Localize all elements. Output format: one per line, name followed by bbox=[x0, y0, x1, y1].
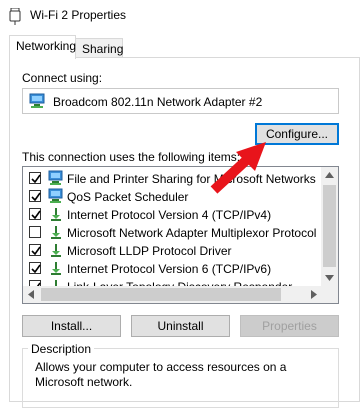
protocol-icon bbox=[51, 208, 61, 221]
title-bar: Wi-Fi 2 Properties bbox=[0, 0, 362, 32]
network-computer-icon bbox=[48, 170, 63, 185]
network-computer-icon bbox=[48, 188, 63, 203]
item-checkbox[interactable] bbox=[29, 172, 41, 184]
network-adapter-icon bbox=[9, 8, 21, 25]
list-item[interactable]: Microsoft Network Adapter Multiplexor Pr… bbox=[23, 223, 323, 241]
configure-button[interactable]: Configure... bbox=[255, 123, 339, 145]
scroll-down-icon[interactable] bbox=[325, 275, 334, 281]
description-title: Description bbox=[28, 342, 95, 356]
list-item[interactable]: Internet Protocol Version 4 (TCP/IPv4) bbox=[23, 205, 323, 223]
item-checkbox[interactable] bbox=[29, 190, 41, 202]
item-label: QoS Packet Scheduler bbox=[67, 190, 189, 204]
adapter-name: Broadcom 802.11n Network Adapter #2 bbox=[53, 95, 263, 109]
item-label: File and Printer Sharing for Microsoft N… bbox=[67, 172, 316, 186]
window-title: Wi-Fi 2 Properties bbox=[30, 8, 127, 22]
item-checkbox[interactable] bbox=[29, 262, 41, 274]
item-checkbox[interactable] bbox=[29, 208, 41, 220]
uninstall-button[interactable]: Uninstall bbox=[131, 315, 230, 337]
items-label: This connection uses the following items… bbox=[22, 150, 241, 164]
network-adapter-card-icon bbox=[29, 93, 45, 108]
tab-sharing[interactable]: Sharing bbox=[75, 38, 123, 58]
properties-button[interactable]: Properties bbox=[240, 315, 339, 337]
scroll-left-icon[interactable] bbox=[28, 290, 34, 299]
item-checkbox[interactable] bbox=[29, 244, 41, 256]
scroll-up-icon[interactable] bbox=[325, 172, 334, 178]
install-button[interactable]: Install... bbox=[22, 315, 121, 337]
vertical-scrollbar[interactable] bbox=[321, 167, 338, 286]
tab-strip: Networking Sharing bbox=[0, 32, 362, 59]
list-item[interactable]: Internet Protocol Version 6 (TCP/IPv6) bbox=[23, 259, 323, 277]
tab-sharing-label: Sharing bbox=[82, 42, 124, 56]
protocol-icon bbox=[51, 226, 61, 239]
list-item[interactable]: File and Printer Sharing for Microsoft N… bbox=[23, 169, 323, 187]
items-list[interactable]: File and Printer Sharing for Microsoft N… bbox=[22, 166, 339, 304]
item-label: Microsoft LLDP Protocol Driver bbox=[67, 244, 232, 258]
list-item[interactable]: Microsoft LLDP Protocol Driver bbox=[23, 241, 323, 259]
horizontal-scrollbar[interactable] bbox=[23, 286, 323, 303]
adapter-field: Broadcom 802.11n Network Adapter #2 bbox=[22, 88, 339, 114]
connect-using-label: Connect using: bbox=[22, 71, 103, 85]
protocol-icon bbox=[51, 262, 61, 275]
description-text: Allows your computer to access resources… bbox=[35, 360, 287, 389]
list-item[interactable]: QoS Packet Scheduler bbox=[23, 187, 323, 205]
item-label: Microsoft Network Adapter Multiplexor Pr… bbox=[67, 226, 317, 240]
protocol-icon bbox=[51, 244, 61, 257]
scroll-right-icon[interactable] bbox=[311, 290, 317, 299]
item-label: Internet Protocol Version 4 (TCP/IPv4) bbox=[67, 208, 272, 222]
scroll-corner bbox=[321, 286, 338, 303]
item-checkbox[interactable] bbox=[29, 226, 41, 238]
vertical-scroll-thumb[interactable] bbox=[323, 185, 336, 267]
horizontal-scroll-thumb[interactable] bbox=[41, 288, 281, 301]
item-label: Internet Protocol Version 6 (TCP/IPv6) bbox=[67, 262, 272, 276]
tab-networking-label: Networking bbox=[16, 39, 77, 53]
tab-networking[interactable]: Networking bbox=[9, 35, 76, 59]
